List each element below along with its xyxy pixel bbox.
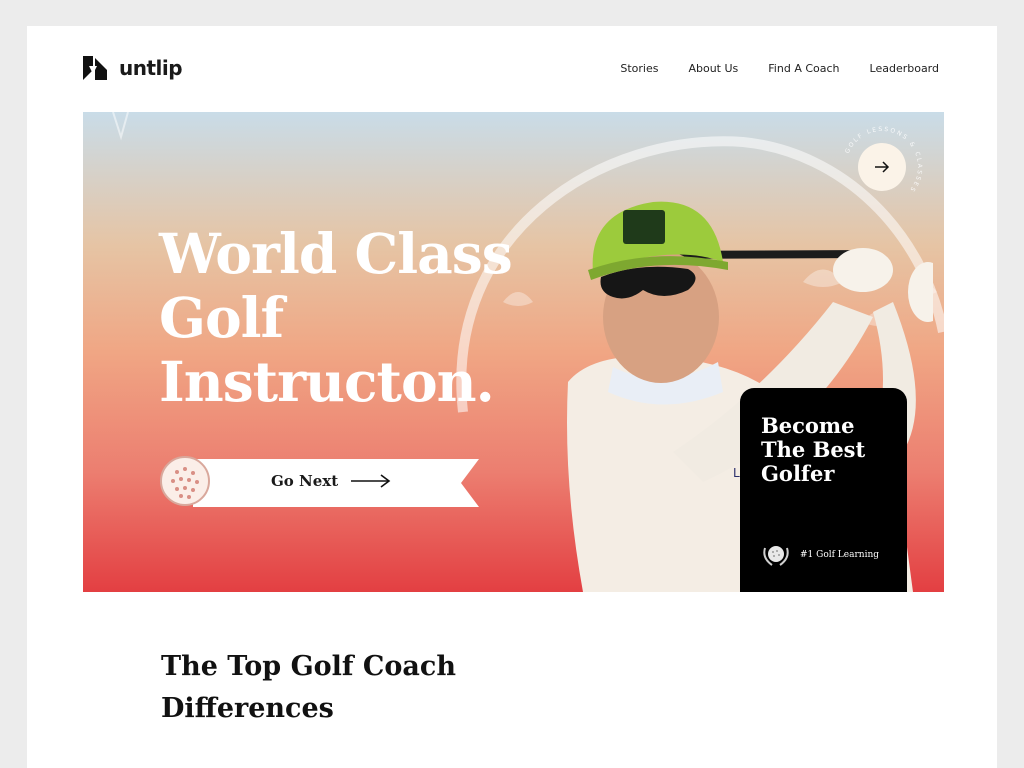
promo-card[interactable]: Become The Best Golfer #1 Golf Learning: [740, 388, 907, 592]
laurel-golf-ball-icon: [763, 546, 789, 566]
hero-banner: Le Coq SPORTIF World Class Golf Instruct…: [83, 112, 944, 592]
nav-item-find-a-coach[interactable]: Find A Coach: [768, 62, 839, 75]
arrow-right-icon: [875, 161, 890, 173]
arrow-right-long-icon: [351, 474, 391, 488]
go-next-button[interactable]: Go Next: [159, 452, 479, 510]
brand-logo[interactable]: untlip: [83, 56, 183, 80]
landing-page: untlip Stories About Us Find A Coach Lea…: [27, 26, 997, 768]
next-slide-button[interactable]: [858, 143, 906, 191]
brand-mark-icon: [83, 56, 107, 80]
main-nav: Stories About Us Find A Coach Leaderboar…: [590, 62, 939, 75]
nav-item-stories[interactable]: Stories: [620, 62, 658, 75]
promo-card-badge: #1 Golf Learning: [760, 542, 879, 568]
golf-ball-icon: [160, 456, 210, 506]
go-next-label: Go Next: [271, 472, 339, 490]
brand-name: untlip: [119, 56, 183, 80]
promo-card-badge-label: #1 Golf Learning: [800, 550, 880, 560]
section-title: The Top Golf Coach Differences: [161, 651, 456, 724]
hero-title: World Class Golf Instructon.: [159, 221, 513, 414]
nav-item-about-us[interactable]: About Us: [688, 62, 738, 75]
promo-card-title: Become The Best Golfer: [761, 413, 866, 486]
nav-item-leaderboard[interactable]: Leaderboard: [870, 62, 939, 75]
